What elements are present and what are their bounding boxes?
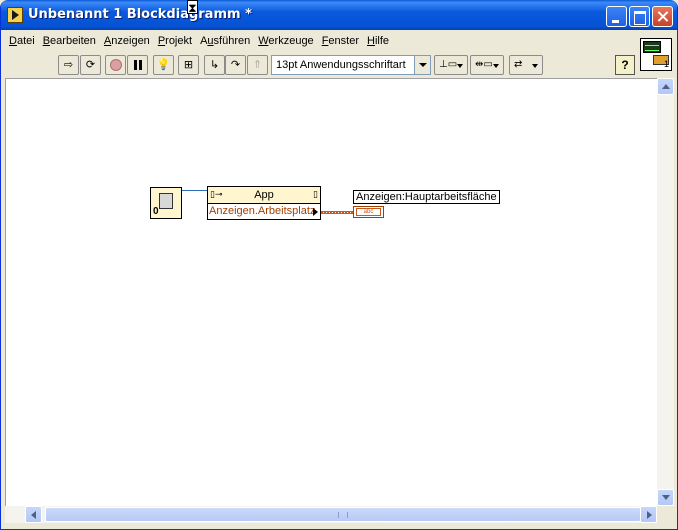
step-over-button[interactable]: ↷ — [225, 55, 246, 75]
toolbar: ⇨ ⟳ 💡 ⊞ ↳ ↷ ⇑ 13pt Anwendungsschriftart … — [1, 53, 639, 77]
vi-graph-icon — [643, 41, 661, 53]
resize-grip[interactable] — [657, 506, 674, 523]
property-node[interactable]: ▯⊸ App ▯ Anzeigen.Arbeitsplatz — [207, 186, 321, 220]
property-node-class: App — [254, 189, 274, 201]
vi-connector-pane-icon[interactable]: 1 — [640, 38, 672, 71]
hourglass-cursor-icon: ⧗ — [187, 0, 198, 15]
run-continuously-button[interactable]: ⟳ — [80, 55, 101, 75]
abort-button[interactable] — [105, 55, 126, 75]
maximize-button[interactable] — [629, 6, 650, 27]
menu-anzeigen[interactable]: Anzeigen — [100, 35, 154, 47]
scroll-right-button[interactable] — [640, 506, 657, 523]
string-indicator-terminal[interactable]: abc — [353, 206, 384, 218]
menu-projekt[interactable]: Projekt — [154, 35, 196, 47]
window-title: Unbenannt 1 Blockdiagramm * — [28, 7, 252, 22]
menu-bearbeiten[interactable]: Bearbeiten — [39, 35, 100, 47]
labview-icon[interactable] — [7, 7, 23, 23]
reference-output-label: 0 — [153, 206, 159, 217]
menu-fenster[interactable]: Fenster — [318, 35, 363, 47]
context-help-button[interactable]: ? — [615, 55, 635, 75]
scroll-left-button[interactable] — [25, 506, 42, 523]
menu-datei[interactable]: Datei — [5, 35, 39, 47]
property-node-header: ▯⊸ App ▯ — [208, 187, 320, 204]
scroll-down-button[interactable] — [657, 489, 674, 506]
menu-hilfe[interactable]: Hilfe — [363, 35, 393, 47]
title-bar[interactable]: Unbenannt 1 Blockdiagramm * ⧗ — [1, 0, 677, 30]
window: Unbenannt 1 Blockdiagramm * ⧗ Datei Bearb… — [0, 0, 678, 530]
distribute-objects-button[interactable]: ⇹▭ — [470, 55, 504, 75]
minimize-button[interactable] — [606, 6, 627, 27]
string-wire[interactable] — [321, 211, 355, 214]
close-button[interactable] — [652, 6, 673, 27]
connector-number: 1 — [663, 59, 669, 69]
vi-server-reference-node[interactable]: 0 — [150, 187, 182, 219]
step-out-button[interactable]: ⇑ — [247, 55, 268, 75]
reorder-button[interactable]: ⇄ — [509, 55, 543, 75]
reference-wire[interactable] — [182, 190, 208, 191]
chevron-down-icon — [414, 56, 430, 74]
reference-out-icon: ▯ — [313, 189, 318, 199]
vertical-scrollbar[interactable] — [657, 78, 674, 506]
pause-icon — [133, 60, 142, 70]
highlight-execution-button[interactable]: 💡 — [153, 55, 174, 75]
vi-reference-icon — [159, 193, 173, 209]
string-type-icon: abc — [356, 208, 381, 216]
pause-button[interactable] — [127, 55, 148, 75]
step-into-button[interactable]: ↳ — [204, 55, 225, 75]
block-diagram-canvas[interactable] — [5, 78, 657, 506]
run-button[interactable]: ⇨ — [58, 55, 79, 75]
indicator-label[interactable]: Anzeigen:Hauptarbeitsfläche — [353, 190, 500, 204]
menu-ausfhren[interactable]: Ausführen — [196, 35, 254, 47]
retain-wire-values-button[interactable]: ⊞ — [178, 55, 199, 75]
font-select-value: 13pt Anwendungsschriftart — [276, 59, 406, 71]
menu-bar: Datei Bearbeiten Anzeigen Projekt Ausführen W… — [5, 30, 635, 51]
horizontal-scrollbar[interactable] — [5, 506, 657, 523]
font-select[interactable]: 13pt Anwendungsschriftart — [271, 55, 431, 75]
horizontal-scroll-thumb[interactable] — [45, 507, 641, 522]
scroll-up-button[interactable] — [657, 78, 674, 95]
menu-werkzeuge[interactable]: Werkzeuge — [254, 35, 317, 47]
stop-icon — [109, 59, 122, 71]
align-objects-button[interactable]: ⊥▭ — [434, 55, 468, 75]
property-item[interactable]: Anzeigen.Arbeitsplatz — [208, 205, 320, 219]
